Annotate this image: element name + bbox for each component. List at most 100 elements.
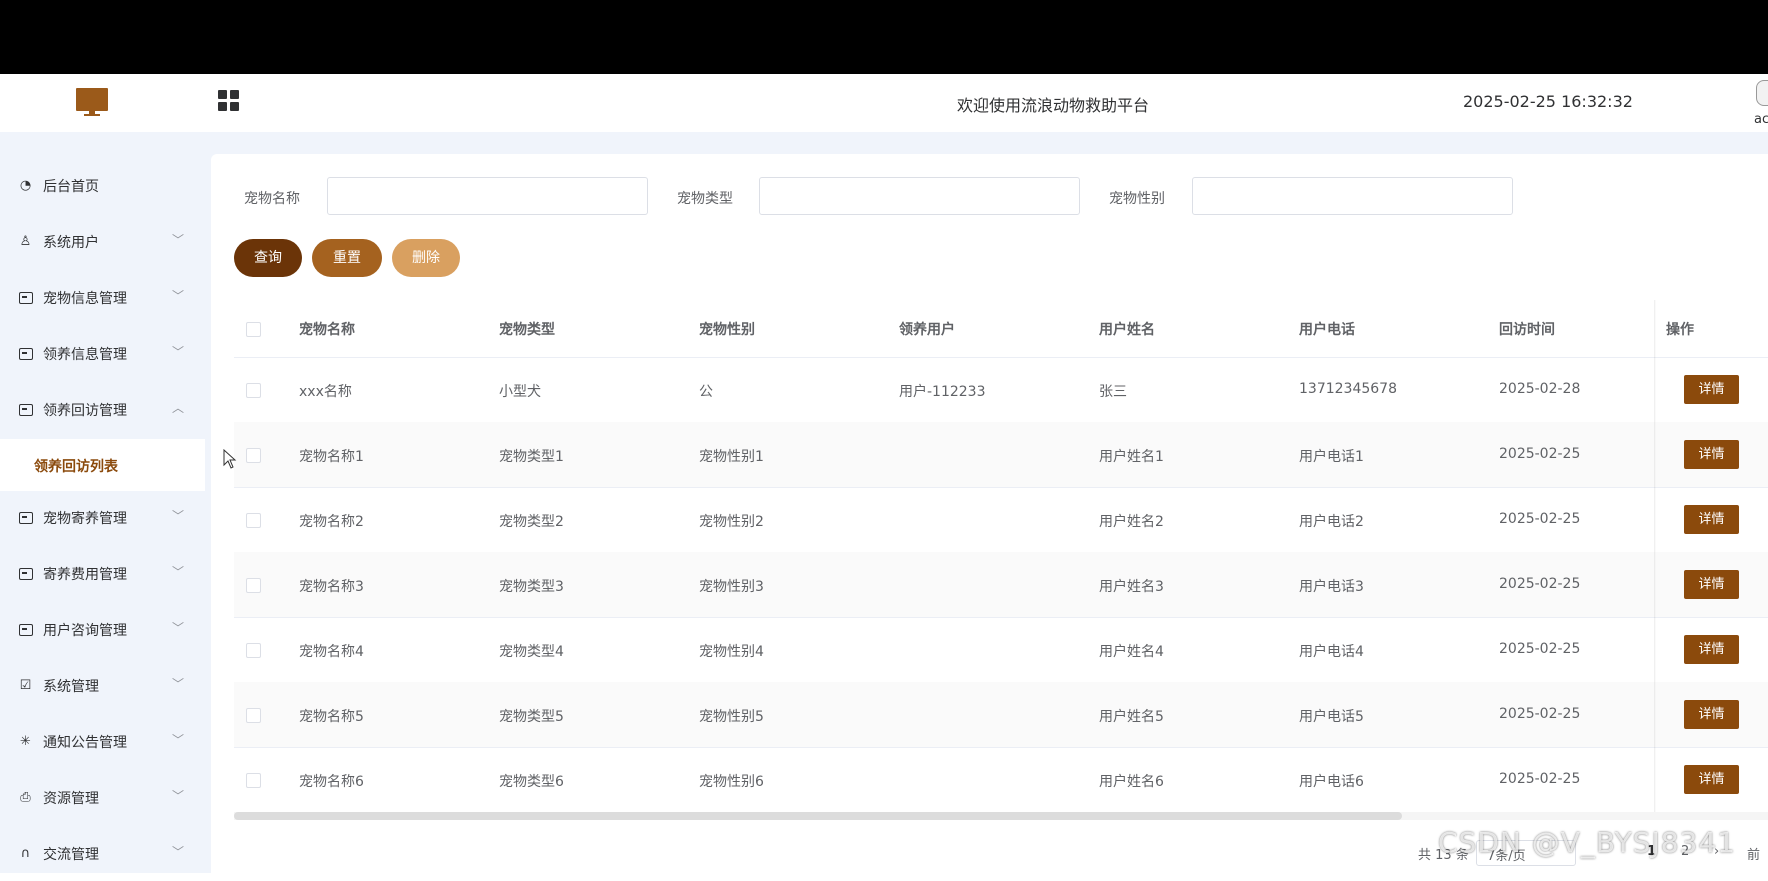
cell-gender: 宠物性别3 (699, 579, 764, 595)
row-checkbox[interactable] (246, 643, 261, 658)
card-icon (18, 622, 33, 637)
sidebar-item-label: 领养回访列表 (34, 459, 118, 475)
chevron-down-icon: ﹀ (172, 509, 185, 523)
sidebar-item-10[interactable]: ✳ 通知公告管理 ﹀ (0, 713, 205, 769)
cell-user-name: 用户姓名6 (1099, 774, 1164, 790)
user-name[interactable]: ac (1754, 112, 1768, 127)
headset-icon: ∩ (20, 846, 31, 861)
table-row: 宠物名称2 宠物类型2 宠物性别2 用户姓名2 用户电话2 2025-02-25 详情 (234, 487, 1768, 553)
table-row: 宠物名称4 宠物类型4 宠物性别4 用户姓名4 用户电话4 2025-02-25 详情 (234, 617, 1768, 683)
sidebar-item-label: 交流管理 (43, 847, 99, 863)
column-header: 操作 (1666, 322, 1694, 338)
sidebar-item-11[interactable]: ⎙ 资源管理 ﹀ (0, 769, 205, 825)
sidebar-item-7[interactable]: 寄养费用管理 ﹀ (0, 545, 205, 601)
cell-phone: 用户电话5 (1299, 709, 1364, 725)
sidebar-item-label: 寄养费用管理 (43, 567, 127, 583)
cell-phone: 用户电话4 (1299, 644, 1364, 660)
detail-button[interactable]: 详情 (1684, 700, 1739, 729)
scrollbar-thumb[interactable] (234, 812, 1402, 820)
cell-name: 宠物名称5 (299, 709, 364, 725)
fixed-column-divider (1654, 300, 1656, 820)
sidebar-item-2[interactable]: 宠物信息管理 ﹀ (0, 269, 205, 325)
cell-type: 小型犬 (499, 384, 541, 400)
sidebar-item-label: 用户咨询管理 (43, 623, 127, 639)
cell-visit-time: 2025-02-25 (1499, 576, 1581, 592)
sidebar-item-0[interactable]: ◔ 后台首页 (0, 157, 205, 213)
sidebar: ◔ 后台首页 ♙ 系统用户 ﹀ 宠物信息管理 ﹀ 领养信息管理 ﹀ 领养回访管理 ︿ 领养回访列表 宠物… (0, 132, 205, 873)
column-header: 回访时间 (1499, 322, 1555, 338)
detail-button[interactable]: 详情 (1684, 505, 1739, 534)
detail-button[interactable]: 详情 (1684, 375, 1739, 404)
sidebar-item-5[interactable]: 领养回访列表 (0, 439, 205, 491)
cell-phone: 用户电话2 (1299, 514, 1364, 530)
card-icon (18, 346, 33, 361)
row-checkbox[interactable] (246, 513, 261, 528)
cell-type: 宠物类型3 (499, 579, 564, 595)
table-header: 宠物名称 宠物类型 宠物性别 领养用户 用户姓名 用户电话 回访时间 操作 (234, 300, 1768, 358)
content-panel: 宠物名称 宠物类型 宠物性别 查询 重置 删除 宠物名称 宠物类型 宠物性别 领… (211, 154, 1768, 873)
cell-name: xxx名称 (299, 384, 352, 400)
delete-button[interactable]: 删除 (392, 239, 460, 277)
sidebar-item-label: 宠物信息管理 (43, 291, 127, 307)
cell-gender: 宠物性别4 (699, 644, 764, 660)
detail-button[interactable]: 详情 (1684, 635, 1739, 664)
cell-gender: 宠物性别1 (699, 449, 764, 465)
reset-button[interactable]: 重置 (312, 239, 382, 277)
sidebar-item-9[interactable]: ☑ 系统管理 ﹀ (0, 657, 205, 713)
cell-gender: 公 (699, 384, 713, 400)
row-checkbox[interactable] (246, 383, 261, 398)
row-checkbox[interactable] (246, 578, 261, 593)
detail-button[interactable]: 详情 (1684, 440, 1739, 469)
cell-visit-time: 2025-02-25 (1499, 706, 1581, 722)
cell-name: 宠物名称3 (299, 579, 364, 595)
chevron-down-icon: ﹀ (172, 233, 185, 247)
table-row: 宠物名称6 宠物类型6 宠物性别6 用户姓名6 用户电话6 2025-02-25 详情 (234, 747, 1768, 813)
cell-user-name: 张三 (1099, 384, 1127, 400)
chevron-down-icon: ﹀ (172, 677, 185, 691)
sidebar-item-label: 宠物寄养管理 (43, 511, 127, 527)
cell-type: 宠物类型6 (499, 774, 564, 790)
detail-button[interactable]: 详情 (1684, 570, 1739, 599)
detail-button[interactable]: 详情 (1684, 765, 1739, 794)
row-checkbox[interactable] (246, 773, 261, 788)
cell-type: 宠物类型4 (499, 644, 564, 660)
watermark: CSDN @V_BYSJ8341 (1438, 826, 1736, 859)
column-header: 宠物名称 (299, 322, 355, 338)
pet-gender-input[interactable] (1192, 177, 1513, 215)
cell-user-name: 用户姓名1 (1099, 449, 1164, 465)
sidebar-item-4[interactable]: 领养回访管理 ︿ (0, 381, 205, 437)
cell-name: 宠物名称2 (299, 514, 364, 530)
grid-menu-icon[interactable] (218, 90, 240, 112)
pet-name-input[interactable] (327, 177, 648, 215)
chevron-down-icon: ﹀ (172, 565, 185, 579)
monitor-logo-icon[interactable] (76, 88, 108, 118)
sidebar-item-3[interactable]: 领养信息管理 ﹀ (0, 325, 205, 381)
horizontal-scrollbar[interactable] (234, 812, 1768, 820)
cell-visit-time: 2025-02-25 (1499, 641, 1581, 657)
datetime-display: 2025-02-25 16:32:32 (1463, 92, 1633, 111)
sidebar-item-label: 系统管理 (43, 679, 99, 695)
chevron-up-icon: ︿ (172, 401, 185, 415)
cell-visit-time: 2025-02-28 (1499, 381, 1581, 397)
cell-name: 宠物名称6 (299, 774, 364, 790)
select-all-checkbox[interactable] (246, 322, 261, 337)
cell-name: 宠物名称1 (299, 449, 364, 465)
avatar[interactable] (1756, 80, 1768, 106)
row-checkbox[interactable] (246, 708, 261, 723)
black-top-band (0, 0, 1768, 74)
query-button[interactable]: 查询 (234, 239, 302, 277)
row-checkbox[interactable] (246, 448, 261, 463)
cell-gender: 宠物性别6 (699, 774, 764, 790)
sidebar-item-8[interactable]: 用户咨询管理 ﹀ (0, 601, 205, 657)
user-icon: ♙ (19, 234, 32, 249)
table-row: 宠物名称5 宠物类型5 宠物性别5 用户姓名5 用户电话5 2025-02-25 详情 (234, 682, 1768, 748)
sidebar-item-1[interactable]: ♙ 系统用户 ﹀ (0, 213, 205, 269)
cell-type: 宠物类型1 (499, 449, 564, 465)
card-icon (18, 402, 33, 417)
card-icon (18, 566, 33, 581)
mouse-cursor-icon (223, 449, 237, 469)
pet-type-input[interactable] (759, 177, 1080, 215)
sidebar-item-6[interactable]: 宠物寄养管理 ﹀ (0, 489, 205, 545)
chevron-down-icon: ﹀ (172, 345, 185, 359)
cell-user-name: 用户姓名3 (1099, 579, 1164, 595)
